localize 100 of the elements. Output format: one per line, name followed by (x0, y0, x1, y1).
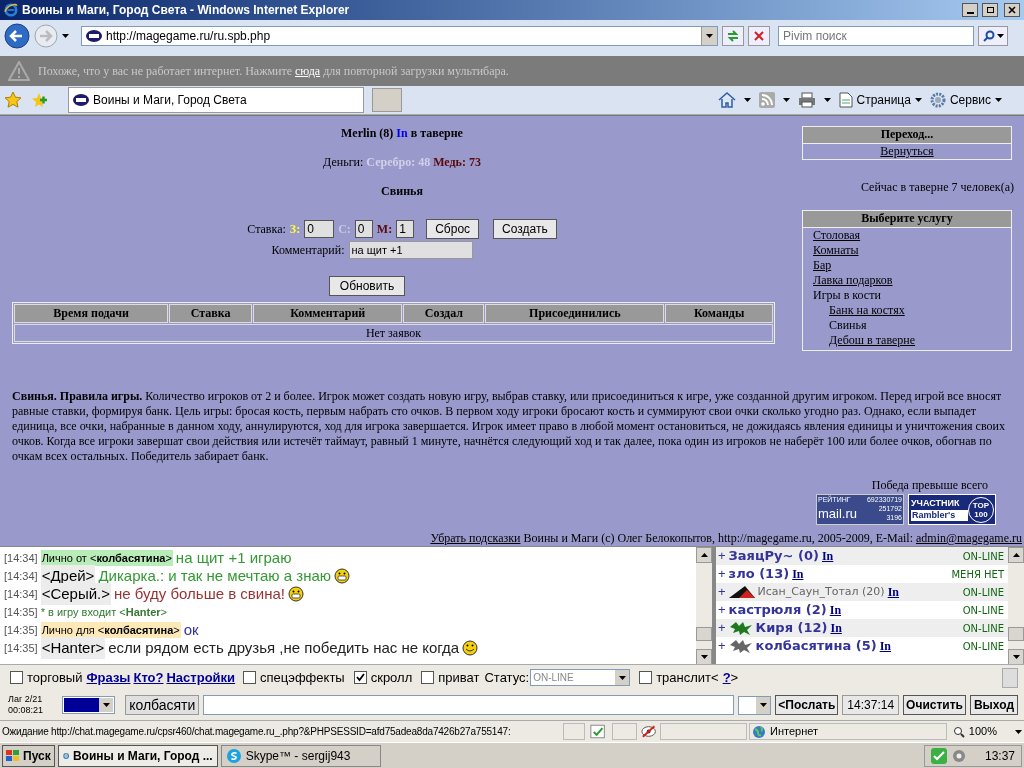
user-info-link[interactable]: In (792, 565, 804, 583)
search-field[interactable]: Pivim поиск (778, 26, 974, 46)
chat-link[interactable]: ? (720, 667, 733, 688)
scrollbar[interactable] (696, 547, 712, 665)
expand-sign[interactable]: + (718, 618, 726, 638)
user-row[interactable]: + Исан_Саун_Тотал (20) In ON-LINE (716, 583, 1008, 601)
column-header: Время подачи (14, 304, 169, 323)
refresh-list-button[interactable]: Обновить (328, 276, 406, 296)
color-picker[interactable] (61, 696, 116, 714)
coin-amount-field[interactable]: 0 (354, 220, 373, 238)
coin-amount-field[interactable]: 1 (396, 220, 415, 238)
window-title: Воины и Маги, Город Света - Windows Internet Explorer (22, 2, 351, 19)
clear-button[interactable]: Очистить (903, 695, 966, 715)
user-row[interactable]: + зло (13) In МЕНЯ НЕТ (716, 565, 1008, 583)
status-dropdown[interactable]: ON-LINE (530, 669, 631, 686)
hide-tips-link[interactable]: Убрать подсказки (430, 531, 521, 545)
scroll-thumb[interactable] (1008, 627, 1024, 641)
command-menu[interactable]: Сервис (929, 91, 1002, 109)
warning-icon (8, 61, 30, 81)
chat-link[interactable]: Кто? (131, 667, 166, 688)
smiley-dropdown[interactable] (737, 695, 772, 715)
refresh-button[interactable] (722, 26, 744, 46)
stop-button[interactable] (748, 26, 770, 46)
zoom-control[interactable]: 100% (952, 723, 1022, 740)
scroll-thumb[interactable] (696, 627, 712, 641)
close-button[interactable] (1004, 3, 1020, 17)
scroll-down-icon[interactable] (1012, 655, 1020, 659)
scroll-up-icon[interactable] (1012, 553, 1020, 557)
restore-button[interactable] (982, 3, 998, 17)
dropdown-arrow-icon (62, 34, 69, 38)
minimize-button[interactable] (962, 3, 978, 17)
user-info-link[interactable]: In (830, 619, 842, 637)
checkbox[interactable] (243, 671, 257, 684)
color-swatch (63, 698, 100, 712)
checkbox[interactable] (10, 671, 23, 684)
arrow-emblem-icon (728, 586, 755, 598)
checkbox[interactable] (353, 671, 367, 684)
taskbar-button[interactable]: Воины и Маги, Город ... (57, 744, 218, 767)
checkbox[interactable] (639, 671, 653, 684)
system-message: * в игру входит <Hanter> (40, 604, 168, 620)
service-link[interactable]: Лавка подарков (813, 273, 893, 287)
add-favorite-icon[interactable] (30, 91, 48, 109)
coin-amount-field[interactable]: 0 (304, 220, 335, 238)
user-info-link[interactable]: In (821, 547, 834, 565)
browser-tab[interactable]: Воины и Маги, Город Света (68, 87, 364, 113)
dropdown-arrow-icon (743, 98, 751, 102)
expand-sign[interactable]: + (718, 564, 726, 584)
checkmark-icon (355, 673, 365, 682)
bet-label: Ставка: (247, 221, 286, 237)
back-link[interactable]: Вернуться (880, 144, 934, 158)
service-link[interactable]: Бар (813, 258, 832, 272)
user-info-link[interactable]: In (829, 601, 842, 619)
scroll-up-icon[interactable] (700, 553, 708, 557)
printer-icon[interactable] (797, 92, 816, 108)
chat-clock: 14:37:14 (842, 695, 900, 715)
service-link[interactable]: Комнаты (813, 243, 859, 257)
scrollbar[interactable] (1008, 547, 1024, 665)
user-row[interactable]: + Киря (12) In ON-LINE (716, 619, 1008, 637)
create-button[interactable]: Создать (493, 219, 557, 239)
checkbox-label: транслит< (656, 668, 719, 687)
scroll-down-icon[interactable] (700, 655, 708, 659)
checkbox[interactable] (421, 671, 435, 684)
recipient-field[interactable]: колбасяти (125, 695, 200, 715)
send-button[interactable]: <Послать (775, 695, 839, 715)
sender-nick: Лично от <колбасятина> (40, 549, 173, 567)
favorites-star-icon[interactable] (4, 91, 22, 109)
command-menu[interactable]: Страница (838, 91, 922, 109)
address-field[interactable]: http://magegame.ru/ru.spb.php (81, 26, 718, 46)
service-link[interactable]: Дебош в таверне (829, 333, 916, 347)
email-link[interactable]: admin@magegame.ru (916, 531, 1022, 545)
exit-button[interactable]: Выход (969, 695, 1018, 715)
status-text: Ожидание http://chat.magegame.ru/cpsr460/chat.magegame.ru_.php?&PHPSESSID=afd75adea8da7426b27a755147: (2, 725, 512, 739)
user-info-link[interactable]: In (887, 583, 899, 601)
expand-sign[interactable]: + (718, 546, 726, 566)
dropdown-arrow-icon (706, 34, 713, 38)
chat-link[interactable]: Настройки (164, 667, 238, 688)
message-input[interactable] (203, 695, 734, 715)
close-icon (754, 31, 764, 41)
user-info-link[interactable]: In (879, 637, 891, 655)
service-link[interactable]: Столовая (813, 228, 861, 242)
back-button-icon[interactable] (4, 23, 30, 49)
taskbar-button[interactable]: Skype™ - sergij943 (220, 744, 381, 767)
user-row[interactable]: + ЗаяцРу~ (0) In ON-LINE (716, 547, 1008, 565)
search-button[interactable] (978, 26, 1008, 46)
message-time: [14:35] (4, 622, 38, 638)
service-link[interactable]: Банк на костях (829, 303, 905, 317)
user-name: зло (13) (728, 565, 790, 584)
expand-sign[interactable]: + (718, 582, 726, 602)
start-button[interactable]: Пуск (2, 744, 55, 767)
expand-sign[interactable]: + (718, 600, 726, 620)
empty-table-message: Нет заявок (365, 325, 422, 341)
security-zone: Интернет (770, 724, 818, 740)
home-icon[interactable] (717, 91, 736, 109)
chat-link[interactable]: Фразы (84, 667, 133, 688)
session-timer: 00:08:21 (8, 705, 45, 716)
expand-sign[interactable]: + (718, 636, 726, 656)
comment-field[interactable]: на щит +1 (348, 241, 473, 259)
reset-button[interactable]: Сброс (426, 219, 480, 239)
tray-check-icon[interactable] (930, 747, 947, 764)
reload-link[interactable]: сюда (295, 64, 321, 78)
